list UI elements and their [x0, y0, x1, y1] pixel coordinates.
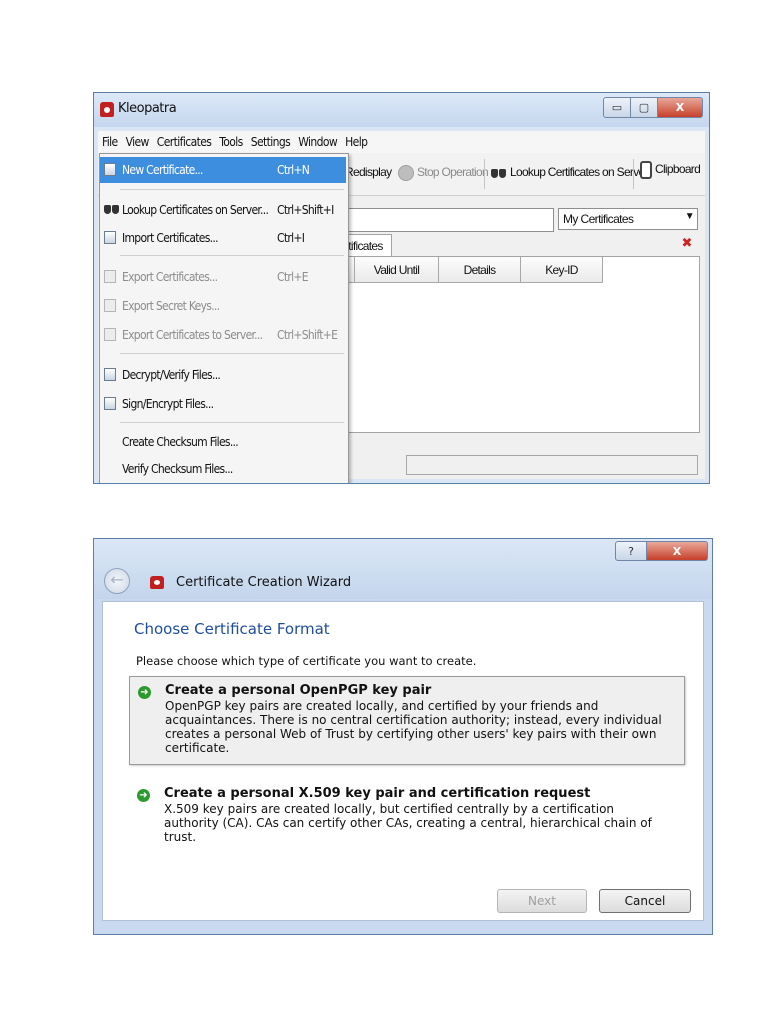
certificate-filter-value: My Certificates [563, 212, 634, 226]
option-x509[interactable]: ➜ Create a personal X.509 key pair and c… [129, 780, 685, 844]
redisplay-button[interactable]: Redisplay [345, 165, 392, 179]
export-icon [104, 270, 116, 283]
menu-item-label: Create Checksum Files... [122, 435, 239, 449]
minimize-button[interactable]: ▭ [603, 97, 631, 118]
wizard-title: Certificate Creation Wizard [176, 575, 352, 590]
menu-item-sign-encrypt[interactable]: Sign/Encrypt Files... [100, 391, 346, 417]
menu-item-import-certificates[interactable]: Import Certificates... Ctrl+I [100, 225, 346, 251]
toolbar-separator [633, 159, 634, 189]
menu-tools[interactable]: Tools [215, 135, 246, 149]
sign-encrypt-icon [104, 397, 116, 410]
menu-item-shortcut: Ctrl+I [277, 231, 305, 245]
export-server-icon [104, 328, 116, 341]
menu-certificates[interactable]: Certificates [153, 135, 216, 149]
search-input[interactable] [344, 208, 554, 232]
close-tab-icon[interactable]: ✖ [680, 236, 694, 250]
instruction-text: Please choose which type of certificate … [136, 654, 477, 668]
clipboard-label: Clipboard [655, 162, 701, 177]
binoculars-icon [104, 203, 119, 216]
menu-item-label: New Certificate... [122, 163, 203, 177]
maximize-button[interactable]: ▢ [630, 97, 658, 118]
window-controls: ? X [615, 541, 708, 561]
menu-item-export-to-server[interactable]: Export Certificates to Server... Ctrl+Sh… [100, 322, 346, 348]
option-title: Create a personal X.509 key pair and cer… [164, 786, 591, 801]
menu-item-label: Verify Checksum Files... [122, 462, 233, 476]
menu-item-shortcut: Ctrl+N [277, 163, 310, 177]
option-description: OpenPGP key pairs are created locally, a… [165, 699, 662, 755]
stop-operation-label: Stop Operation [417, 165, 489, 180]
menu-item-label: Decrypt/Verify Files... [122, 368, 221, 382]
toolbar-separator [484, 159, 485, 189]
lookup-server-label: Lookup Certificates on Server [510, 165, 648, 179]
menu-separator [120, 353, 344, 354]
menu-item-label: Import Certificates... [122, 231, 219, 245]
menu-settings[interactable]: Settings [247, 135, 295, 149]
wizard-page: Choose Certificate Format Please choose … [102, 601, 704, 921]
menu-item-shortcut: Ctrl+E [277, 270, 309, 284]
menu-window[interactable]: Window [294, 135, 341, 149]
menu-bar: File View Certificates Tools Settings Wi… [98, 131, 705, 154]
menu-item-label: Lookup Certificates on Server... [122, 203, 269, 217]
menu-separator [120, 255, 344, 256]
column-key-id[interactable]: Key-ID [521, 257, 603, 283]
new-certificate-icon [104, 163, 116, 176]
menu-file[interactable]: File [98, 135, 122, 149]
next-button[interactable]: Next [497, 889, 587, 913]
certificate-wizard-window: ? X ← Certificate Creation Wizard Choose… [93, 538, 713, 935]
menu-item-shortcut: Ctrl+Shift+E [277, 328, 338, 342]
cancel-button[interactable]: Cancel [599, 889, 691, 913]
menu-item-export-secret-keys[interactable]: Export Secret Keys... [100, 293, 346, 319]
certificate-filter-select[interactable]: My Certificates ▼ [558, 208, 698, 230]
window-title: Kleopatra [118, 101, 177, 116]
file-menu-dropdown: New Certificate... Ctrl+N Lookup Certifi… [99, 153, 349, 483]
menu-item-label: Export Certificates... [122, 270, 218, 284]
menu-item-label: Export Certificates to Server... [122, 328, 263, 342]
column-details[interactable]: Details [439, 257, 521, 283]
clipboard-button[interactable]: Clipboard [640, 161, 701, 179]
wizard-title-bar: ? X ← Certificate Creation Wizard [94, 539, 712, 599]
menu-item-new-certificate[interactable]: New Certificate... Ctrl+N [100, 157, 346, 183]
close-button[interactable]: X [657, 97, 703, 118]
menu-item-label: Export Secret Keys... [122, 299, 220, 313]
kleopatra-window: Kleopatra ▭ ▢ X File View Certificates T… [93, 92, 710, 484]
menu-item-export-certificates[interactable]: Export Certificates... Ctrl+E [100, 264, 346, 290]
certificate-table: Valid Until Details Key-ID [344, 256, 700, 433]
green-arrow-icon: ➜ [138, 686, 151, 699]
menu-help[interactable]: Help [341, 135, 371, 149]
tab-my-certificates[interactable]: rtificates [344, 234, 392, 256]
menu-separator [120, 422, 344, 423]
back-arrow-icon[interactable]: ← [104, 568, 130, 594]
import-icon [104, 231, 116, 244]
kleopatra-app-icon [100, 102, 114, 117]
menu-item-shortcut: Ctrl+Shift+I [277, 203, 334, 217]
column-valid-until[interactable]: Valid Until [355, 257, 439, 283]
title-bar: Kleopatra ▭ ▢ X [94, 93, 709, 127]
clipboard-icon [640, 161, 652, 179]
page-heading: Choose Certificate Format [134, 620, 330, 638]
close-button[interactable]: X [646, 541, 708, 561]
status-field [406, 455, 698, 475]
lookup-server-button[interactable]: Lookup Certificates on Server [491, 165, 648, 179]
binoculars-icon [491, 167, 507, 179]
option-description: X.509 key pairs are created locally, but… [164, 802, 652, 844]
menu-item-lookup-certificates[interactable]: Lookup Certificates on Server... Ctrl+Sh… [100, 197, 346, 223]
window-controls: ▭ ▢ X [603, 97, 703, 118]
menu-item-verify-checksum[interactable]: Verify Checksum Files... [100, 456, 346, 482]
green-arrow-icon: ➜ [137, 789, 150, 802]
stop-icon [398, 165, 414, 181]
dropdown-arrow-icon: ▼ [684, 211, 695, 222]
help-button[interactable]: ? [615, 541, 647, 561]
stop-operation-button[interactable]: Stop Operation [398, 165, 489, 181]
decrypt-verify-icon [104, 368, 116, 381]
kleopatra-app-icon [150, 576, 164, 589]
menu-view[interactable]: View [122, 135, 153, 149]
menu-separator [120, 189, 344, 190]
menu-item-decrypt-verify[interactable]: Decrypt/Verify Files... [100, 362, 346, 388]
option-title: Create a personal OpenPGP key pair [165, 683, 432, 698]
menu-item-create-checksum[interactable]: Create Checksum Files... [100, 429, 346, 455]
menu-item-label: Sign/Encrypt Files... [122, 397, 214, 411]
export-secret-key-icon [104, 299, 116, 312]
option-openpgp[interactable]: ➜ Create a personal OpenPGP key pair Ope… [129, 676, 685, 765]
